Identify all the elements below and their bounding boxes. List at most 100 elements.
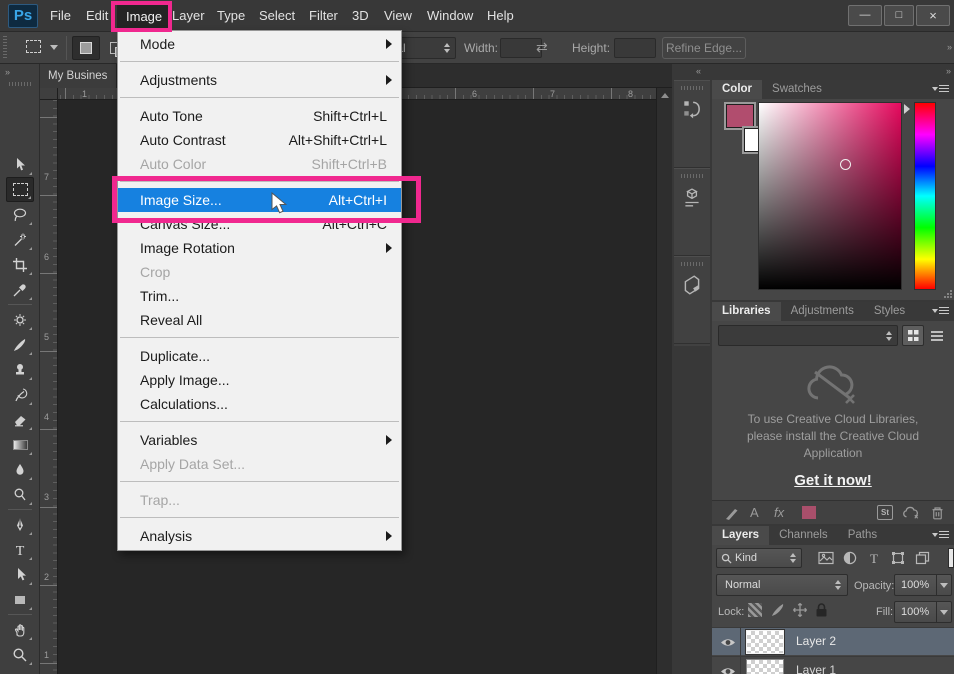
hue-slider[interactable]: [914, 102, 936, 290]
panel-menu-icon[interactable]: [932, 531, 949, 538]
close-button[interactable]: ×: [916, 5, 950, 26]
type-tool[interactable]: T: [6, 537, 34, 562]
filter-pixel-layers-button[interactable]: [816, 548, 836, 567]
vertical-scrollbar[interactable]: [656, 88, 672, 674]
menu-item-calculations[interactable]: Calculations...: [118, 392, 401, 416]
tab-styles[interactable]: Styles: [864, 302, 915, 321]
magic-wand-tool[interactable]: [6, 227, 34, 252]
scroll-up-icon[interactable]: [661, 93, 669, 98]
notes-panel-button[interactable]: [674, 256, 710, 344]
menu-select[interactable]: Select: [259, 0, 295, 32]
brush-tool[interactable]: [6, 332, 34, 357]
menu-type[interactable]: Type: [217, 0, 245, 32]
document-tab[interactable]: My Busines: [40, 64, 117, 88]
rectangular-marquee-tool[interactable]: [6, 177, 34, 202]
menu-item-analysis[interactable]: Analysis: [118, 524, 401, 548]
grid-view-button[interactable]: [902, 325, 924, 346]
layer-filtering-toggle[interactable]: [948, 548, 954, 568]
path-selection-tool[interactable]: [6, 562, 34, 587]
filter-type-layers-button[interactable]: T: [864, 548, 884, 567]
get-it-now-link[interactable]: Get it now!: [712, 472, 954, 489]
menu-item-trap[interactable]: Trap...: [118, 488, 401, 512]
maximize-button[interactable]: □: [884, 5, 914, 26]
menu-edit[interactable]: Edit: [86, 0, 108, 32]
menu-3d[interactable]: 3D: [352, 0, 369, 32]
add-character-style-icon[interactable]: A: [750, 505, 759, 520]
list-view-button[interactable]: [926, 325, 948, 346]
history-panel-button[interactable]: [674, 80, 710, 168]
blend-mode-select[interactable]: Normal: [716, 574, 848, 596]
layer-thumbnail[interactable]: [746, 630, 784, 654]
menu-file[interactable]: File: [50, 0, 71, 32]
menu-window[interactable]: Window: [427, 0, 473, 32]
filter-adjustment-layers-button[interactable]: [840, 548, 860, 567]
menu-item-apply-image[interactable]: Apply Image...: [118, 368, 401, 392]
filter-smart-objects-button[interactable]: [912, 548, 932, 567]
menu-filter[interactable]: Filter: [309, 0, 338, 32]
saturation-brightness-field[interactable]: [758, 102, 902, 290]
gradient-tool[interactable]: [6, 432, 34, 457]
menu-item-mode[interactable]: Mode: [118, 32, 401, 56]
blur-tool[interactable]: [6, 457, 34, 482]
menu-item-trim[interactable]: Trim...: [118, 284, 401, 308]
height-input[interactable]: [614, 38, 656, 58]
menu-view[interactable]: View: [384, 0, 412, 32]
panel-menu-icon[interactable]: [932, 85, 949, 92]
healing-brush-tool[interactable]: [6, 307, 34, 332]
menu-item-reveal-all[interactable]: Reveal All: [118, 308, 401, 332]
layer-row-1[interactable]: Layer 1: [712, 656, 954, 674]
eyedropper-tool[interactable]: [6, 277, 34, 302]
rectangle-tool[interactable]: [6, 587, 34, 612]
tab-channels[interactable]: Channels: [769, 526, 838, 545]
layer-row-2[interactable]: Layer 2: [712, 627, 954, 655]
lock-paint-icon[interactable]: [770, 602, 786, 618]
menu-help[interactable]: Help: [487, 0, 514, 32]
lock-all-icon[interactable]: [814, 602, 829, 618]
add-layer-style-icon[interactable]: fx: [774, 505, 784, 520]
tab-color[interactable]: Color: [712, 80, 762, 99]
menu-item-auto-tone[interactable]: Auto ToneShift+Ctrl+L: [118, 104, 401, 128]
layer-filter-select[interactable]: Kind: [716, 548, 802, 568]
dodge-tool[interactable]: [6, 482, 34, 507]
menu-item-image-rotation[interactable]: Image Rotation: [118, 236, 401, 260]
refine-edge-button[interactable]: Refine Edge...: [662, 37, 746, 59]
menu-item-auto-contrast[interactable]: Auto ContrastAlt+Shift+Ctrl+L: [118, 128, 401, 152]
collapse-panels-icon[interactable]: «: [696, 66, 699, 76]
menu-item-apply-data-set[interactable]: Apply Data Set...: [118, 452, 401, 476]
menu-layer[interactable]: Layer: [172, 0, 205, 32]
opacity-select[interactable]: 100%: [894, 574, 952, 596]
hand-tool[interactable]: [6, 617, 34, 642]
color-field-marker[interactable]: [840, 159, 851, 170]
clone-stamp-tool[interactable]: [6, 357, 34, 382]
delete-icon[interactable]: [930, 505, 945, 521]
tool-preset-dropdown-arrow[interactable]: [50, 45, 58, 50]
cc-sync-icon[interactable]: [902, 505, 920, 521]
menu-item-variables[interactable]: Variables: [118, 428, 401, 452]
tab-paths[interactable]: Paths: [838, 526, 887, 545]
menu-item-crop[interactable]: Crop: [118, 260, 401, 284]
layer-name[interactable]: Layer 2: [796, 634, 836, 648]
tab-swatches[interactable]: Swatches: [762, 80, 832, 99]
3d-panel-button[interactable]: [674, 168, 710, 256]
filter-shape-layers-button[interactable]: [888, 548, 908, 567]
layer-thumbnail[interactable]: [746, 659, 784, 674]
move-tool[interactable]: [6, 152, 34, 177]
lock-position-icon[interactable]: [792, 602, 808, 618]
tools-expand-icon[interactable]: »: [5, 67, 8, 77]
ruler-origin[interactable]: [40, 88, 58, 100]
menu-item-auto-color[interactable]: Auto ColorShift+Ctrl+B: [118, 152, 401, 176]
pen-tool[interactable]: [6, 512, 34, 537]
eraser-tool[interactable]: [6, 407, 34, 432]
tab-layers[interactable]: Layers: [712, 526, 769, 545]
swap-dimensions-icon[interactable]: ⇄: [536, 39, 548, 56]
layer-name[interactable]: Layer 1: [796, 663, 836, 674]
add-graphic-icon[interactable]: [724, 506, 739, 521]
fill-select[interactable]: 100%: [894, 601, 952, 623]
lasso-tool[interactable]: [6, 202, 34, 227]
history-brush-tool[interactable]: [6, 382, 34, 407]
panel-resize-grip[interactable]: [943, 289, 952, 298]
menu-item-adjustments[interactable]: Adjustments: [118, 68, 401, 92]
new-selection-button[interactable]: [72, 36, 100, 60]
tab-libraries[interactable]: Libraries: [712, 302, 781, 321]
library-select[interactable]: [718, 325, 898, 346]
